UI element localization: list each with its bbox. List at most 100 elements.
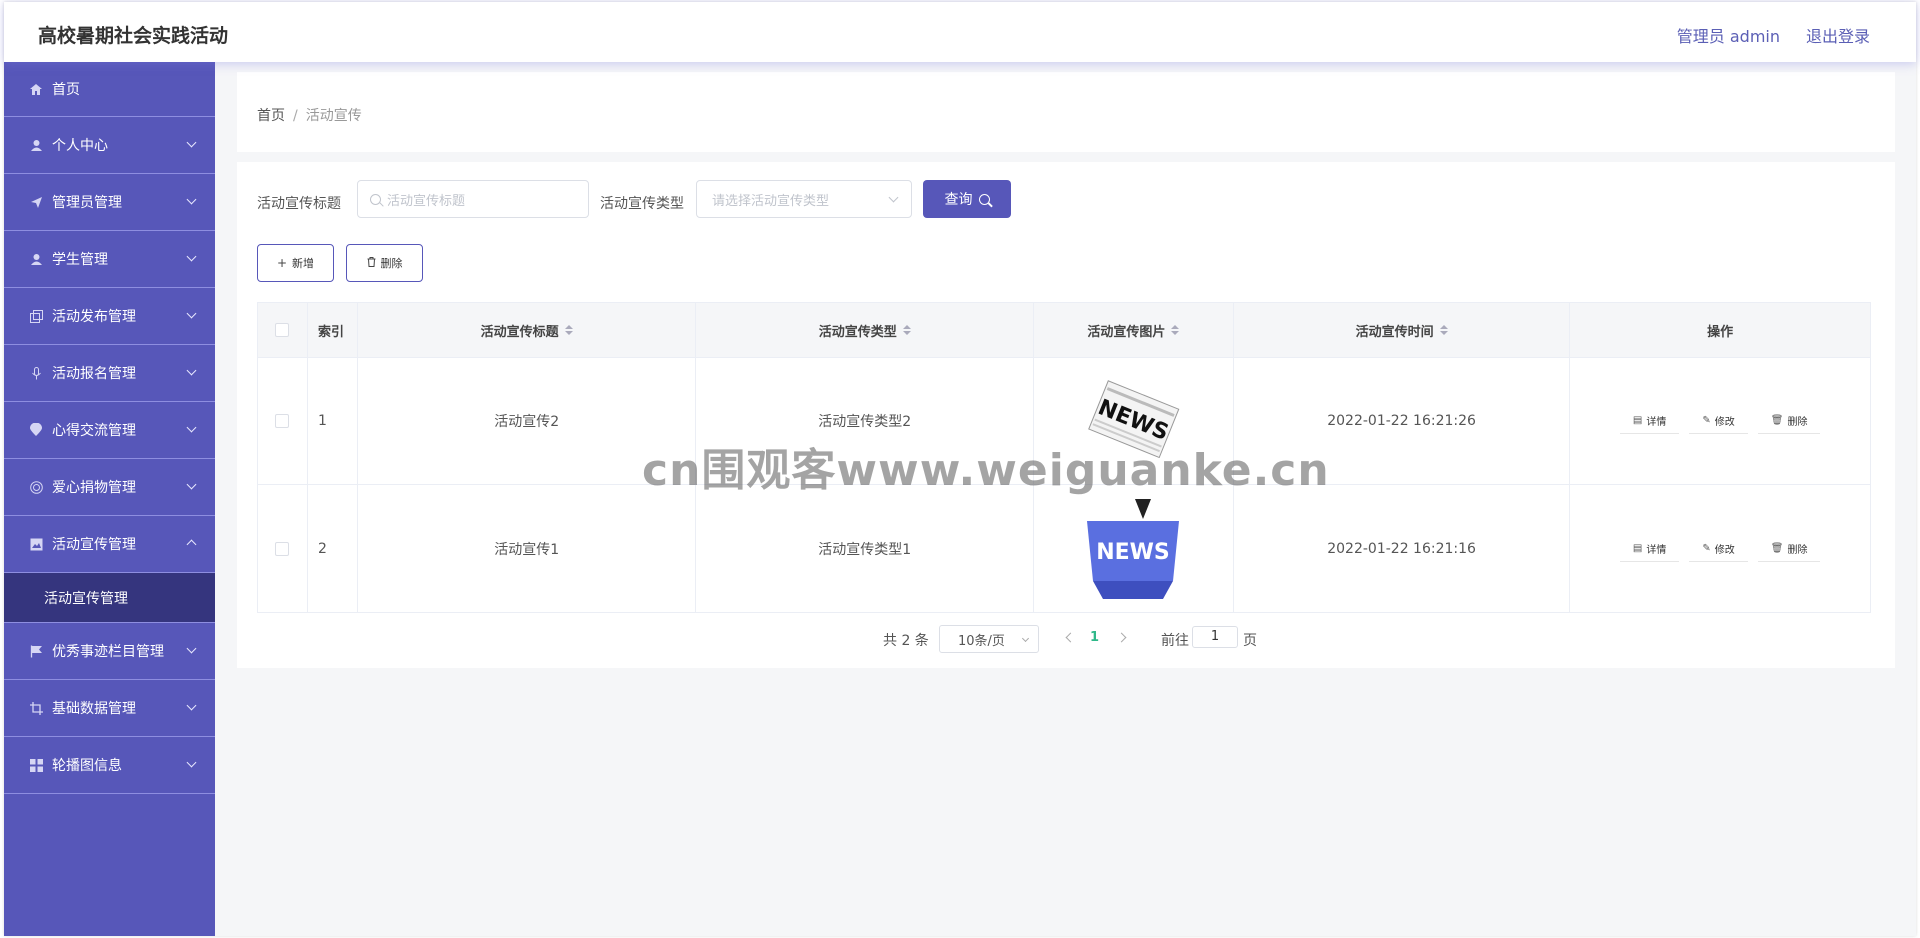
logout-link[interactable]: 退出登录 — [1806, 23, 1870, 47]
sidebar-item-label: 基础数据管理 — [52, 701, 136, 717]
prev-page-icon[interactable] — [1065, 632, 1076, 643]
row-checkbox[interactable] — [275, 541, 290, 556]
header-image-label: 活动宣传图片 — [1087, 324, 1166, 340]
breadcrumb: 首页 / 活动宣传 — [257, 105, 362, 125]
detail-label: 详情 — [1646, 417, 1667, 428]
header-time-label: 活动宣传时间 — [1355, 324, 1434, 340]
header-type-label: 活动宣传类型 — [818, 324, 897, 340]
detail-button[interactable]: ▤ 详情 — [1619, 408, 1680, 434]
chevron-down-icon — [888, 192, 899, 203]
sidebar-item-label: 轮播图信息 — [52, 758, 122, 774]
sort-icon[interactable] — [564, 325, 573, 335]
header-title[interactable]: 活动宣传标题 — [358, 303, 697, 357]
edit-button[interactable]: ✎ 修改 — [1689, 536, 1748, 562]
sidebar-item-label: 管理员管理 — [52, 195, 122, 211]
sidebar-item-profile[interactable]: 个人中心 — [4, 117, 215, 174]
edit-button[interactable]: ✎ 修改 — [1689, 408, 1748, 434]
breadcrumb-home[interactable]: 首页 — [257, 108, 285, 124]
row-delete-button[interactable]: 🗑︎ 删除 — [1757, 408, 1821, 434]
copy-icon — [28, 308, 44, 324]
chevron-down-icon — [1021, 634, 1030, 643]
document-icon: ▤ — [1632, 415, 1643, 426]
delete-button-label: 删除 — [380, 257, 403, 270]
news-keyboard-image[interactable]: NEWS — [1083, 498, 1184, 599]
sidebar-item-label: 活动发布管理 — [52, 309, 136, 325]
sidebar-item-basic-data[interactable]: 基础数据管理 — [4, 680, 215, 737]
home-icon — [28, 81, 44, 97]
trash-icon — [367, 256, 376, 270]
header-time[interactable]: 活动宣传时间 — [1234, 303, 1571, 357]
sidebar-item-activity-signup[interactable]: 活动报名管理 — [4, 345, 215, 402]
chevron-down-icon — [186, 643, 197, 654]
chevron-down-icon — [186, 700, 197, 711]
page-size-select[interactable]: 10条/页 — [939, 625, 1039, 653]
trash-icon: 🗑︎ — [1770, 542, 1784, 554]
header-type[interactable]: 活动宣传类型 — [696, 303, 1035, 357]
row-index: 1 — [308, 358, 358, 484]
sidebar-subitem-promotion-manage[interactable]: 活动宣传管理 — [4, 573, 215, 623]
sidebar-item-home[interactable]: 首页 — [4, 62, 215, 117]
chevron-down-icon — [186, 251, 197, 262]
sidebar-item-experience[interactable]: 心得交流管理 — [4, 402, 215, 459]
query-button[interactable]: 查询 — [923, 180, 1011, 218]
mic-icon — [28, 365, 44, 381]
title-search-input[interactable]: 活动宣传标题 — [357, 180, 589, 218]
breadcrumb-card: 首页 / 活动宣传 — [237, 72, 1895, 152]
sidebar-item-activity-publish[interactable]: 活动发布管理 — [4, 288, 215, 345]
next-page-icon[interactable] — [1116, 632, 1127, 643]
goto-label: 前往 — [1161, 633, 1189, 649]
sidebar-subitem-label: 活动宣传管理 — [44, 590, 128, 607]
flag-icon — [28, 643, 44, 659]
picture-icon — [28, 536, 44, 552]
app-window: 高校暑期社会实践活动 管理员 admin 退出登录 首页 个人中心 管理员管理 — [4, 2, 1916, 936]
pagination-total: 共 2 条 — [883, 633, 929, 649]
row-checkbox[interactable] — [275, 414, 290, 428]
sidebar-item-excellent-deeds[interactable]: 优秀事迹栏目管理 — [4, 623, 215, 680]
type-select[interactable]: 请选择活动宣传类型 — [696, 180, 912, 218]
sidebar-item-donation[interactable]: 爱心捐物管理 — [4, 459, 215, 516]
chevron-down-icon — [186, 422, 197, 433]
page-size-value: 10条/页 — [958, 633, 1005, 649]
grid-icon — [28, 757, 44, 773]
pagination: 共 2 条 10条/页 1 前往 1 页 — [237, 624, 1895, 654]
goto-page-input[interactable]: 1 — [1192, 626, 1238, 648]
query-button-label: 查询 — [944, 192, 973, 208]
sort-icon[interactable] — [902, 325, 911, 335]
row-index: 2 — [308, 485, 358, 612]
sidebar-item-label: 活动报名管理 — [52, 366, 136, 382]
add-button[interactable]: + 新增 — [257, 244, 334, 282]
delete-button[interactable]: 删除 — [346, 244, 423, 282]
row-type: 活动宣传类型1 — [696, 485, 1035, 612]
row-select-cell — [258, 485, 308, 612]
breadcrumb-current: 活动宣传 — [305, 108, 362, 124]
select-all-checkbox[interactable] — [275, 323, 290, 337]
sidebar-item-label: 学生管理 — [52, 252, 108, 268]
title-search-placeholder: 活动宣传标题 — [387, 193, 466, 209]
send-icon — [28, 194, 44, 210]
header-title-label: 活动宣传标题 — [480, 324, 559, 340]
select-all-cell — [258, 303, 308, 357]
sidebar-item-label: 优秀事迹栏目管理 — [52, 644, 164, 660]
sidebar-item-label: 心得交流管理 — [52, 423, 136, 439]
title-search-label: 活动宣传标题 — [257, 196, 341, 212]
sidebar-item-carousel[interactable]: 轮播图信息 — [4, 737, 215, 794]
page-number-current[interactable]: 1 — [1090, 630, 1099, 645]
user-label: 管理员 admin — [1676, 27, 1780, 46]
sort-icon[interactable] — [1439, 325, 1448, 335]
plus-icon: + — [276, 256, 288, 270]
location-icon — [28, 422, 44, 438]
app-title: 高校暑期社会实践活动 — [38, 25, 229, 47]
sidebar-item-promotion[interactable]: 活动宣传管理 — [4, 516, 215, 573]
add-button-label: 新增 — [292, 257, 315, 270]
chevron-down-icon — [186, 308, 197, 319]
row-ops: ▤ 详情 ✎ 修改 🗑︎ 删除 — [1570, 358, 1870, 484]
sort-icon[interactable] — [1171, 325, 1180, 335]
header-image[interactable]: 活动宣传图片 — [1034, 303, 1234, 357]
sidebar-item-admin[interactable]: 管理员管理 — [4, 174, 215, 231]
row-delete-button[interactable]: 🗑︎ 删除 — [1757, 536, 1821, 562]
chevron-down-icon — [186, 137, 197, 148]
detail-button[interactable]: ▤ 详情 — [1619, 536, 1680, 562]
type-search-label: 活动宣传类型 — [600, 196, 684, 212]
news-image-text: NEWS — [1097, 540, 1171, 565]
sidebar-item-student[interactable]: 学生管理 — [4, 231, 215, 288]
